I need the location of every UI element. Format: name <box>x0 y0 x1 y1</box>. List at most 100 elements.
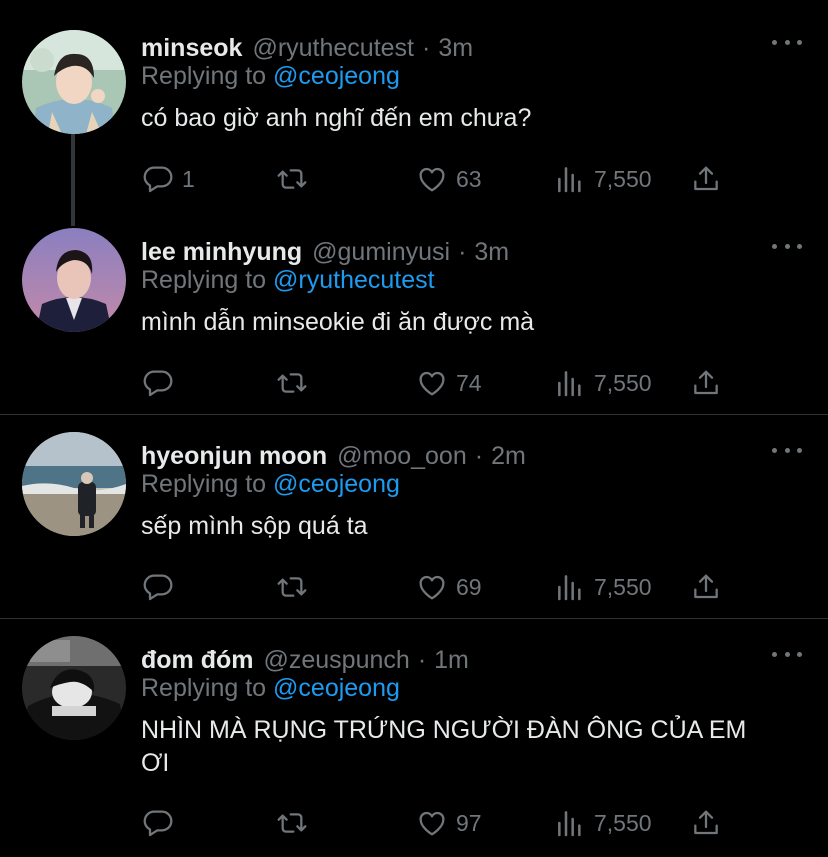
reply-button[interactable] <box>142 363 182 403</box>
avatar-image <box>22 30 126 134</box>
views-icon <box>558 371 581 397</box>
views-button[interactable]: 7,550 <box>554 363 652 403</box>
retweet-icon <box>277 373 307 393</box>
mention-link[interactable]: @ceojeong <box>273 62 400 90</box>
views-icon <box>558 575 581 601</box>
tweet-text: có bao giờ anh nghĩ đến em chưa? <box>141 104 532 132</box>
user-handle[interactable]: @ryuthecutest <box>252 34 414 63</box>
tweet[interactable]: minseok @ryuthecutest · 3m Replying to @… <box>0 28 828 208</box>
reply-button[interactable] <box>142 567 182 607</box>
replying-to-label: Replying to <box>141 470 274 498</box>
reply-icon <box>143 574 173 601</box>
replying-to: Replying to @ryuthecutest <box>141 266 435 295</box>
like-icon <box>419 371 445 396</box>
more-icon[interactable] <box>772 236 802 256</box>
views-icon <box>558 167 581 193</box>
separator-dot: · <box>422 33 431 62</box>
timestamp[interactable]: 2m <box>491 442 526 471</box>
reply-button[interactable]: 1 <box>142 159 195 199</box>
replying-to-label: Replying to <box>141 62 274 90</box>
avatar[interactable] <box>22 636 126 740</box>
mention-link[interactable]: @ceojeong <box>273 674 400 702</box>
user-handle[interactable]: @moo_oon <box>337 442 467 471</box>
separator-dot: · <box>458 237 467 266</box>
avatar-image <box>22 432 126 536</box>
share-icon <box>694 810 718 835</box>
reply-icon <box>143 166 173 193</box>
avatar-image <box>22 228 126 332</box>
action-bar: 69 7,550 <box>0 567 828 607</box>
separator-dot: · <box>417 645 427 674</box>
views-count: 7,550 <box>594 369 652 396</box>
replying-to-label: Replying to <box>141 266 274 294</box>
like-icon <box>419 811 445 836</box>
share-icon <box>694 166 718 191</box>
tweet[interactable]: hyeonjun moon @moo_oon · 2m Replying to … <box>0 432 828 616</box>
views-button[interactable]: 7,550 <box>554 567 652 607</box>
action-bar: 1 63 7,550 <box>0 159 828 199</box>
like-button[interactable]: 69 <box>416 567 482 607</box>
replying-to-label: Replying to <box>141 674 274 702</box>
tweet-text: NHÌN MÀ RỤNG TRỨNG NGƯỜI ĐÀN ÔNG CỦA EM … <box>141 716 747 777</box>
avatar[interactable] <box>22 228 126 332</box>
share-icon <box>694 574 718 599</box>
views-button[interactable]: 7,550 <box>554 159 652 199</box>
tweet[interactable]: lee minhyung @guminyusi · 3m Replying to… <box>0 228 828 412</box>
action-bar: 97 7,550 <box>0 803 828 843</box>
user-handle[interactable]: @zeuspunch <box>264 646 410 675</box>
views-button[interactable]: 7,550 <box>554 803 652 843</box>
like-button[interactable]: 97 <box>416 803 482 843</box>
replying-to: Replying to @ceojeong <box>141 62 400 91</box>
views-count: 7,550 <box>594 165 652 192</box>
retweet-icon <box>277 169 307 189</box>
share-button[interactable] <box>690 159 722 199</box>
timestamp[interactable]: 1m <box>434 646 469 675</box>
retweet-icon <box>277 813 307 833</box>
like-count: 97 <box>456 809 482 836</box>
timestamp[interactable]: 3m <box>438 34 473 63</box>
views-count: 7,550 <box>594 573 652 600</box>
like-icon <box>419 167 445 192</box>
like-count: 74 <box>456 369 482 396</box>
like-icon <box>419 575 445 600</box>
more-icon[interactable] <box>772 32 802 52</box>
retweet-button[interactable] <box>276 363 308 403</box>
divider <box>0 414 828 415</box>
avatar-image <box>22 636 126 740</box>
reply-button[interactable] <box>142 803 182 843</box>
divider <box>0 618 828 619</box>
display-name[interactable]: lee minhyung <box>141 238 302 267</box>
avatar[interactable] <box>22 30 126 134</box>
replying-to: Replying to @ceojeong <box>141 470 400 499</box>
more-icon[interactable] <box>772 440 802 460</box>
replying-to: Replying to @ceojeong <box>141 674 400 703</box>
separator-dot: · <box>474 441 484 470</box>
like-count: 69 <box>456 573 482 600</box>
timestamp[interactable]: 3m <box>474 238 509 267</box>
share-button[interactable] <box>690 363 722 403</box>
action-bar: 74 7,550 <box>0 363 828 403</box>
tweet[interactable]: đom đóm @zeuspunch · 1m Replying to @ceo… <box>0 636 828 854</box>
more-icon[interactable] <box>772 644 802 664</box>
views-icon <box>558 811 581 837</box>
like-button[interactable]: 63 <box>416 159 482 199</box>
mention-link[interactable]: @ceojeong <box>273 470 400 498</box>
reply-icon <box>143 370 173 397</box>
views-count: 7,550 <box>594 809 652 836</box>
display-name[interactable]: minseok <box>141 34 242 63</box>
retweet-button[interactable] <box>276 159 308 199</box>
share-icon <box>694 370 718 395</box>
user-handle[interactable]: @guminyusi <box>312 238 450 267</box>
avatar[interactable] <box>22 432 126 536</box>
retweet-button[interactable] <box>276 567 308 607</box>
share-button[interactable] <box>690 803 722 843</box>
retweet-button[interactable] <box>276 803 308 843</box>
tweet-text: sếp mình sộp quá ta <box>141 512 368 540</box>
retweet-icon <box>277 577 307 597</box>
like-button[interactable]: 74 <box>416 363 482 403</box>
reply-count: 1 <box>182 165 195 192</box>
display-name[interactable]: hyeonjun moon <box>141 442 327 471</box>
display-name[interactable]: đom đóm <box>141 646 254 675</box>
mention-link[interactable]: @ryuthecutest <box>273 266 435 294</box>
share-button[interactable] <box>690 567 722 607</box>
